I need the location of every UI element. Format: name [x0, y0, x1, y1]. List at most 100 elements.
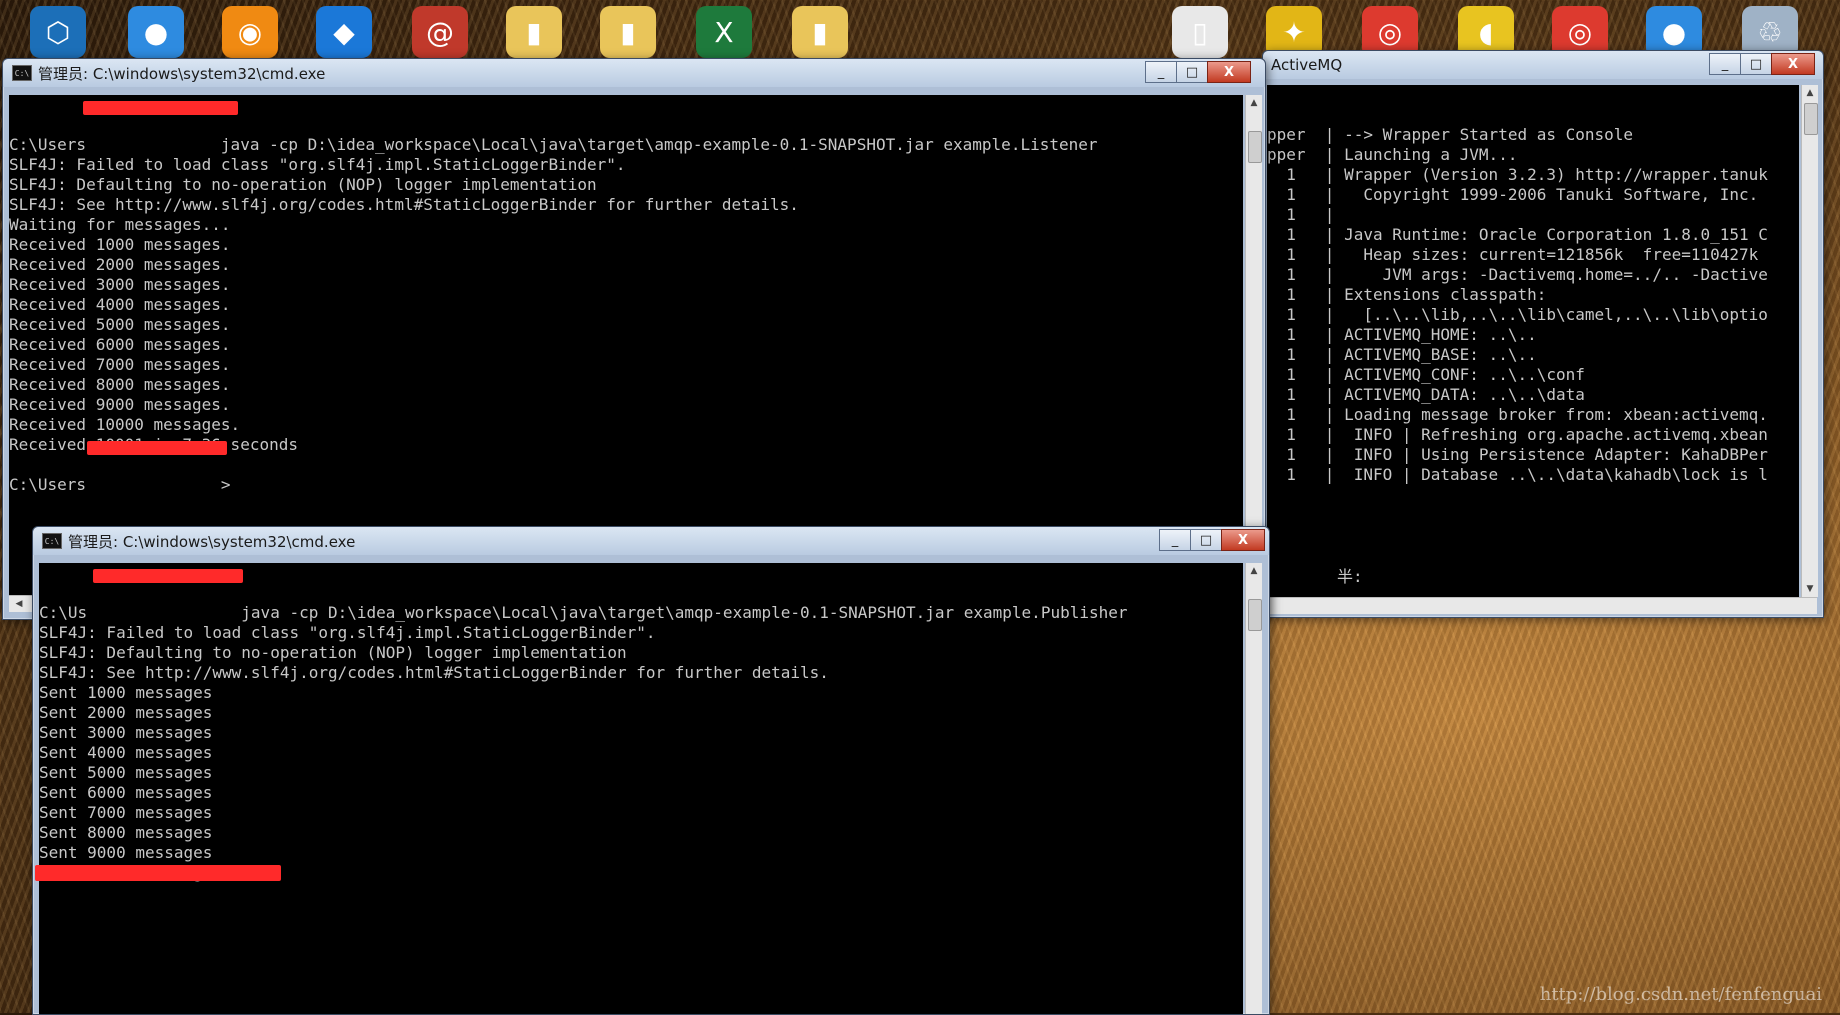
scrollbar-thumb[interactable]: [1804, 103, 1818, 135]
scrollbar-thumb[interactable]: [1248, 131, 1262, 163]
maximize-button[interactable]: □: [1190, 529, 1222, 551]
bird-app-icon[interactable]: ●: [128, 6, 184, 58]
console-line: 1 | INFO | Database ..\..\data\kahadb\lo…: [1267, 465, 1768, 484]
publisher-cmd-window[interactable]: C:\ 管理员: C:\windows\system32\cmd.exe _ □…: [32, 526, 1270, 1015]
snail-app-icon[interactable]: @: [412, 6, 468, 58]
redaction-mark: [87, 441, 227, 455]
console-line: Received 6000 messages.: [9, 335, 231, 354]
close-button[interactable]: X: [1221, 529, 1265, 551]
horizontal-scrollbar[interactable]: [1267, 597, 1817, 614]
console-line: 1 | Copyright 1999-2006 Tanuki Software,…: [1267, 185, 1759, 204]
console-line: pper | --> Wrapper Started as Console: [1267, 125, 1634, 144]
console-line: 1 | ACTIVEMQ_HOME: ..\..: [1267, 325, 1537, 344]
activemq-console[interactable]: pper | --> Wrapper Started as Console ppe…: [1267, 85, 1799, 597]
ime-status: 半:: [1337, 567, 1363, 586]
console-line: 1 | ACTIVEMQ_DATA: ..\..\data: [1267, 385, 1585, 404]
activemq-window[interactable]: ActiveMQ _ □ X pper | --> Wrapper Starte…: [1262, 50, 1824, 618]
publisher-titlebar[interactable]: C:\ 管理员: C:\windows\system32\cmd.exe _ □…: [33, 527, 1269, 555]
console-line: 1 | Wrapper (Version 3.2.3) http://wrapp…: [1267, 165, 1768, 184]
window-title: ActiveMQ: [1271, 56, 1343, 74]
console-output: pper | --> Wrapper Started as Console ppe…: [1267, 125, 1799, 485]
console-line: Sent 6000 messages: [39, 783, 213, 802]
minimize-button[interactable]: _: [1159, 529, 1191, 551]
console-line: Sent 9000 messages: [39, 843, 213, 862]
scroll-up-icon[interactable]: ▲: [1802, 85, 1818, 101]
redaction-mark: [83, 101, 238, 115]
console-line: Sent 2000 messages: [39, 703, 213, 722]
listener-titlebar[interactable]: C:\ 管理员: C:\windows\system32\cmd.exe _ □…: [3, 59, 1265, 87]
folder-icon[interactable]: ▮: [792, 6, 848, 58]
redaction-mark: [93, 569, 243, 583]
console-line: Received 1000 messages.: [9, 235, 231, 254]
console-line: 1 | [..\..\lib,..\..\lib\camel,..\..\lib…: [1267, 305, 1768, 324]
minimize-button[interactable]: _: [1145, 61, 1177, 83]
blog-watermark: http://blog.csdn.net/fenfenguai: [1539, 984, 1822, 1005]
scroll-left-icon[interactable]: ◀: [11, 596, 27, 612]
console-line: SLF4J: Failed to load class "org.slf4j.i…: [9, 155, 626, 174]
console-output: C:\Us java -cp D:\idea_workspace\Local\j…: [39, 603, 1243, 883]
console-line: 1 | INFO | Refreshing org.apache.activem…: [1267, 425, 1768, 444]
console-line: 1 | INFO | Using Persistence Adapter: Ka…: [1267, 445, 1768, 464]
vertical-scrollbar[interactable]: ▲: [1245, 95, 1262, 595]
console-line: SLF4J: Failed to load class "org.slf4j.i…: [39, 623, 656, 642]
console-line: Sent 3000 messages: [39, 723, 213, 742]
maximize-button[interactable]: □: [1176, 61, 1208, 83]
console-line: 1 |: [1267, 205, 1335, 224]
scrollbar-thumb[interactable]: [1248, 599, 1262, 631]
console-line: Sent 8000 messages: [39, 823, 213, 842]
maximize-button[interactable]: □: [1740, 53, 1772, 75]
window-title: 管理员: C:\windows\system32\cmd.exe: [38, 64, 326, 83]
console-line: 1 | ACTIVEMQ_BASE: ..\..: [1267, 345, 1537, 364]
console-line: 1 | Java Runtime: Oracle Corporation 1.8…: [1267, 225, 1768, 244]
console-line: Received 10000 messages.: [9, 415, 241, 434]
console-line: pper | Launching a JVM...: [1267, 145, 1518, 164]
console-line: Waiting for messages...: [9, 215, 231, 234]
console-line: C:\Users >: [9, 475, 231, 494]
publisher-console[interactable]: C:\Us java -cp D:\idea_workspace\Local\j…: [39, 563, 1243, 1014]
hexagon-app-icon[interactable]: ⬡: [30, 6, 86, 58]
console-line: Received 4000 messages.: [9, 295, 231, 314]
folder-icon[interactable]: ▮: [600, 6, 656, 58]
console-line: 1 | Loading message broker from: xbean:a…: [1267, 405, 1768, 424]
document-icon[interactable]: ▯: [1172, 6, 1228, 58]
minimize-button[interactable]: _: [1709, 53, 1741, 75]
console-line: Received 8000 messages.: [9, 375, 231, 394]
console-line: C:\Users java -cp D:\idea_workspace\Loca…: [9, 135, 1098, 154]
console-line: Received 3000 messages.: [9, 275, 231, 294]
console-line: 1 | Heap sizes: current=121856k free=110…: [1267, 245, 1759, 264]
console-line: Received 7000 messages.: [9, 355, 231, 374]
console-line: Sent 5000 messages: [39, 763, 213, 782]
console-line: Sent 4000 messages: [39, 743, 213, 762]
console-line: Sent 7000 messages: [39, 803, 213, 822]
console-line: Received 5000 messages.: [9, 315, 231, 334]
listener-console[interactable]: C:\Users java -cp D:\idea_workspace\Loca…: [9, 95, 1243, 595]
console-line: Received 9000 messages.: [9, 395, 231, 414]
close-button[interactable]: X: [1771, 53, 1815, 75]
scroll-up-icon[interactable]: ▲: [1246, 95, 1262, 111]
cmd-icon: C:\: [12, 65, 32, 81]
close-button[interactable]: X: [1207, 61, 1251, 83]
console-line: 1 | ACTIVEMQ_CONF: ..\..\conf: [1267, 365, 1585, 384]
shield-app-icon[interactable]: ◆: [316, 6, 372, 58]
folder-icon[interactable]: ▮: [506, 6, 562, 58]
console-line: 1 | Extensions classpath:: [1267, 285, 1547, 304]
console-line: C:\Us java -cp D:\idea_workspace\Local\j…: [39, 603, 1128, 622]
console-line: Received 2000 messages.: [9, 255, 231, 274]
redaction-mark: [35, 865, 281, 881]
excel-icon[interactable]: X: [696, 6, 752, 58]
window-title: 管理员: C:\windows\system32\cmd.exe: [68, 532, 356, 551]
console-line: SLF4J: Defaulting to no-operation (NOP) …: [39, 643, 627, 662]
console-line: 1 | JVM args: -Dactivemq.home=../.. -Dac…: [1267, 265, 1768, 284]
activemq-titlebar[interactable]: ActiveMQ _ □ X: [1263, 51, 1823, 79]
scroll-up-icon[interactable]: ▲: [1246, 563, 1262, 579]
console-line: SLF4J: Defaulting to no-operation (NOP) …: [9, 175, 597, 194]
scroll-down-icon[interactable]: ▼: [1802, 581, 1818, 597]
console-line: Sent 1000 messages: [39, 683, 213, 702]
cmd-icon: C:\: [42, 533, 62, 549]
vertical-scrollbar[interactable]: ▲ ▼: [1801, 85, 1818, 597]
console-line: SLF4J: See http://www.slf4j.org/codes.ht…: [39, 663, 829, 682]
rocket-app-icon[interactable]: ◉: [222, 6, 278, 58]
console-line: SLF4J: See http://www.slf4j.org/codes.ht…: [9, 195, 799, 214]
vertical-scrollbar[interactable]: ▲: [1245, 563, 1262, 1014]
